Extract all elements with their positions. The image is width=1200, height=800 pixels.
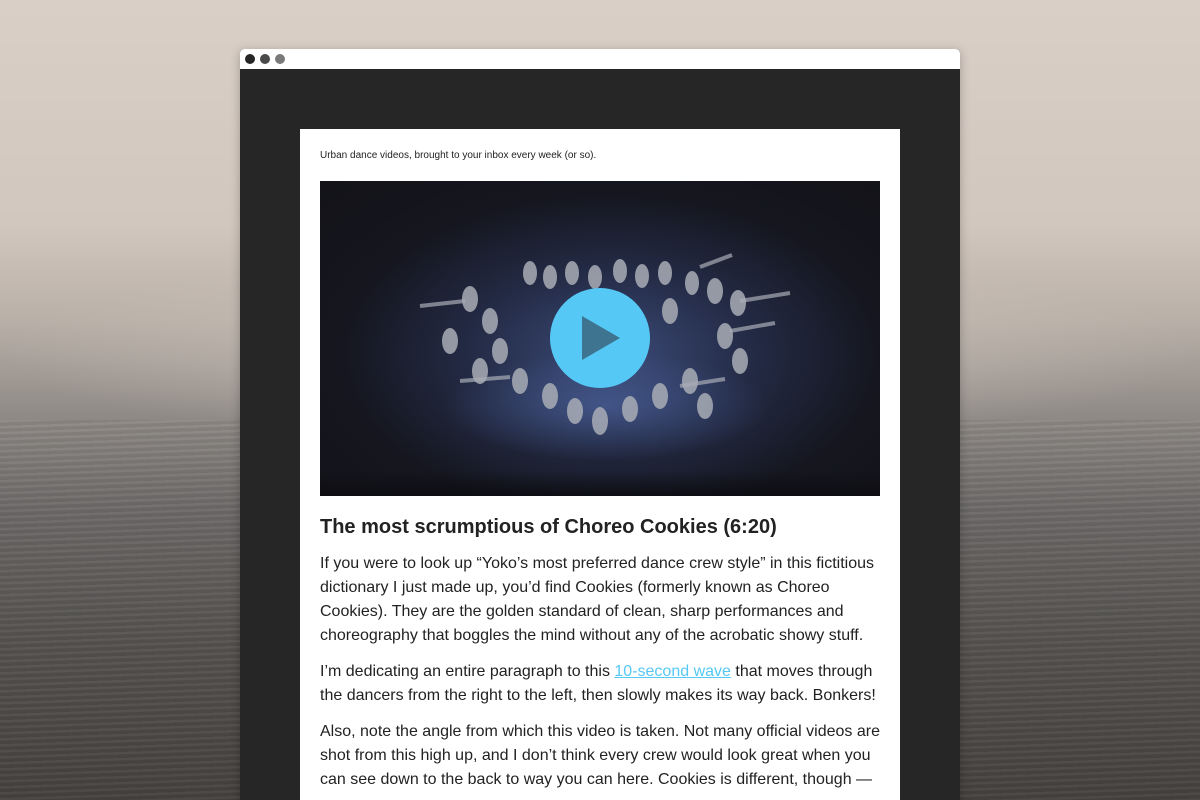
minimize-window-button[interactable]: [260, 54, 270, 64]
article-paragraph-3: Also, note the angle from which this vid…: [320, 723, 880, 788]
close-window-button[interactable]: [245, 54, 255, 64]
article-paragraph-1: If you were to look up “Yoko’s most pref…: [320, 555, 875, 644]
article-paragraph-2: I’m dedicating an entire paragraph to th…: [320, 660, 880, 708]
newsletter-tagline: Urban dance videos, brought to your inbo…: [320, 150, 597, 161]
paragraph-2-text-start: I’m dedicating an entire paragraph to th…: [320, 663, 615, 680]
stage-floor: [320, 471, 880, 496]
wave-video-link[interactable]: 10-second wave: [614, 663, 731, 680]
window-titlebar: [240, 49, 960, 69]
browser-window: Urban dance videos, brought to your inbo…: [240, 49, 960, 800]
maximize-window-button[interactable]: [275, 54, 285, 64]
video-thumbnail[interactable]: [320, 181, 880, 496]
newsletter-email: Urban dance videos, brought to your inbo…: [300, 129, 900, 800]
play-button[interactable]: [550, 288, 650, 388]
article-title: The most scrumptious of Choreo Cookies (…: [320, 516, 777, 538]
play-icon: [582, 316, 620, 360]
